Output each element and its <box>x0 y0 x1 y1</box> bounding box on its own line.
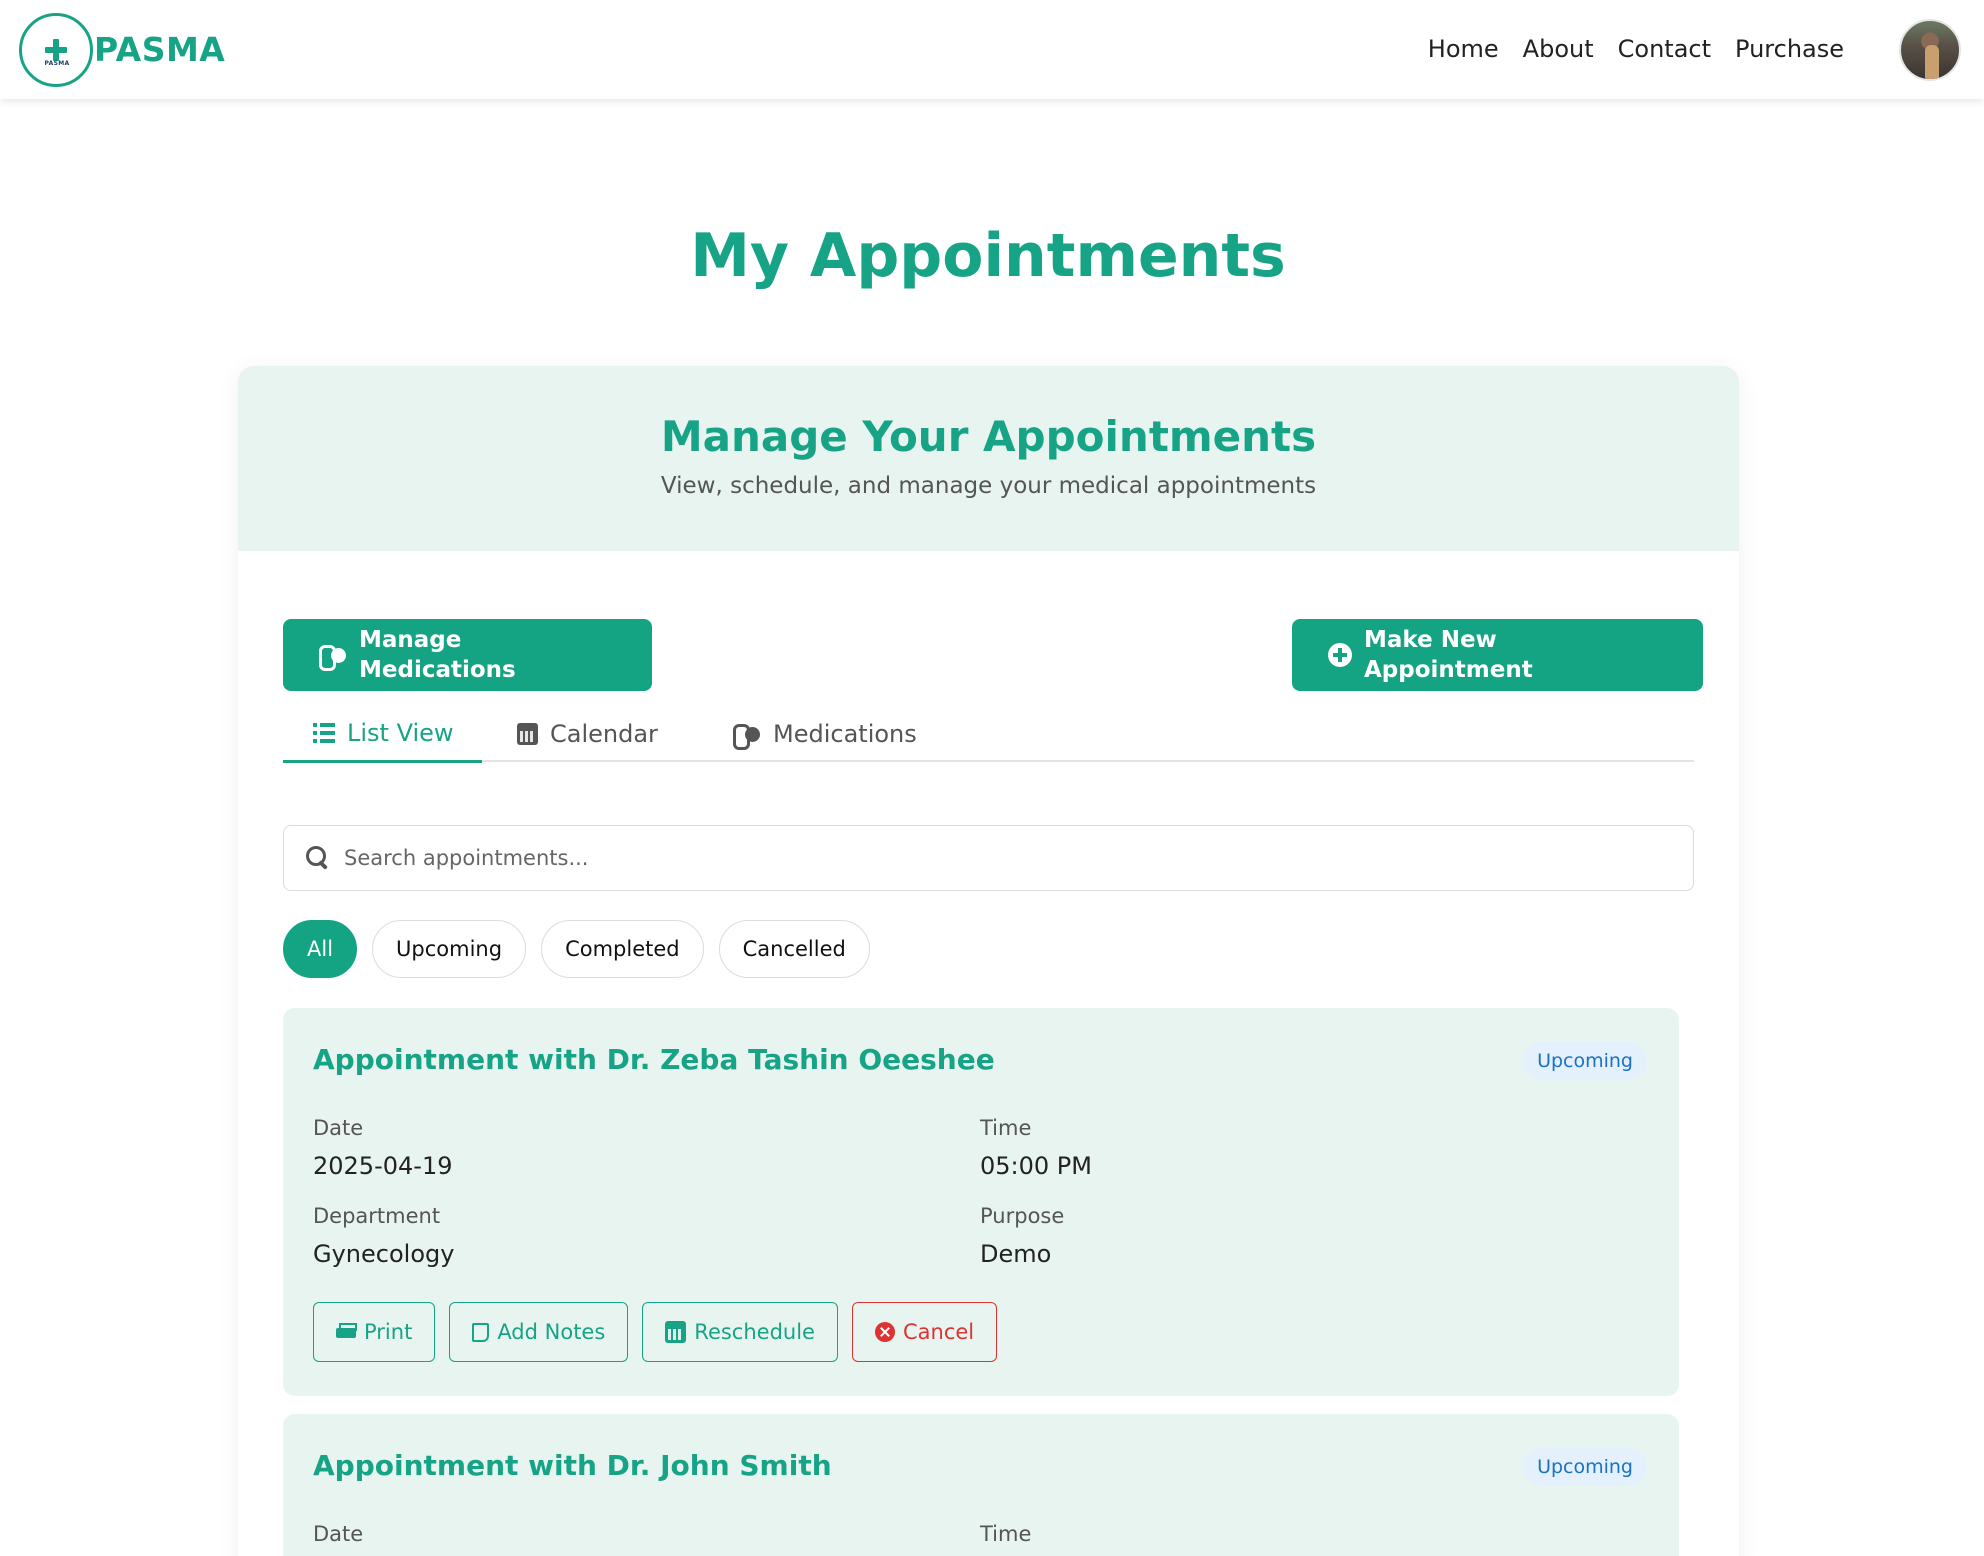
tab-label: List View <box>347 719 454 747</box>
appointment-title: Appointment with Dr. John Smith <box>313 1449 832 1482</box>
appointment-actions: Print Add Notes Reschedule Cancel <box>313 1302 998 1362</box>
cancel-label: Cancel <box>902 1320 975 1344</box>
appointment-card: Appointment with Dr. Zeba Tashin Oeeshee… <box>283 1008 1679 1396</box>
pills-icon <box>319 645 347 671</box>
x-circle-icon <box>874 1322 895 1342</box>
filter-all[interactable]: All <box>283 920 358 978</box>
panel-subtitle: View, schedule, and manage your medical … <box>660 473 1317 499</box>
tab-label: Calendar <box>550 720 658 748</box>
panel-title: Manage Your Appointments <box>660 412 1317 461</box>
search-bar <box>283 825 1694 891</box>
plus-circle-icon <box>1328 643 1352 667</box>
add-notes-button[interactable]: Add Notes <box>449 1302 629 1362</box>
printer-icon <box>336 1323 357 1341</box>
date-label: Date <box>313 1522 364 1546</box>
calendar-icon <box>665 1321 687 1343</box>
calendar-icon <box>517 723 538 745</box>
print-label: Print <box>364 1320 413 1344</box>
medical-cross-icon <box>45 39 67 61</box>
date-label: Date <box>313 1116 364 1140</box>
page-title: My Appointments <box>690 221 1286 291</box>
status-badge: Upcoming <box>1523 1448 1647 1486</box>
date-value: 2025-04-19 <box>313 1152 453 1180</box>
appointments-panel: Manage Your Appointments View, schedule,… <box>238 366 1739 1556</box>
add-notes-label: Add Notes <box>497 1320 606 1344</box>
pills-icon <box>733 724 761 750</box>
nav-link-contact[interactable]: Contact <box>1618 33 1711 65</box>
nav-link-home[interactable]: Home <box>1428 33 1499 65</box>
cancel-appointment-button[interactable]: Cancel <box>851 1302 998 1362</box>
user-avatar[interactable] <box>1899 19 1961 81</box>
tab-medications[interactable]: Medications <box>733 706 953 762</box>
nav-links: Home About Contact Purchase <box>1428 33 1844 65</box>
status-badge: Upcoming <box>1523 1042 1647 1080</box>
appointment-title: Appointment with Dr. Zeba Tashin Oeeshee <box>313 1043 995 1076</box>
manage-medications-label: Manage Medications <box>359 627 516 683</box>
nav-link-about[interactable]: About <box>1523 33 1594 65</box>
filter-completed[interactable]: Completed <box>541 920 704 978</box>
reschedule-button[interactable]: Reschedule <box>642 1302 838 1362</box>
logo-caption: PASMA <box>44 60 70 67</box>
filter-cancelled[interactable]: Cancelled <box>718 920 870 978</box>
time-value: 05:00 PM <box>980 1152 1092 1180</box>
nav-link-purchase[interactable]: Purchase <box>1735 33 1844 65</box>
brand-name[interactable]: PASMA <box>94 30 225 70</box>
reschedule-label: Reschedule <box>694 1320 815 1344</box>
tab-list-view[interactable]: List View <box>283 706 482 763</box>
manage-medications-button[interactable]: Manage Medications <box>283 619 652 691</box>
print-button[interactable]: Print <box>313 1302 436 1362</box>
department-label: Department <box>313 1204 441 1228</box>
filter-upcoming[interactable]: Upcoming <box>372 920 527 978</box>
tab-calendar[interactable]: Calendar <box>517 706 677 762</box>
new-appointment-button[interactable]: Make New Appointment <box>1292 619 1703 691</box>
time-label: Time <box>980 1116 1032 1140</box>
time-label: Time <box>980 1522 1032 1546</box>
note-icon <box>472 1322 490 1342</box>
brand-logo[interactable]: PASMA <box>19 13 93 87</box>
purpose-value: Demo <box>980 1240 1052 1268</box>
purpose-label: Purpose <box>980 1204 1065 1228</box>
new-appointment-label: Make New Appointment <box>1364 627 1533 683</box>
top-navbar: PASMA PASMA Home About Contact Purchase <box>0 0 1984 99</box>
status-filters: All Upcoming Completed Cancelled <box>283 920 870 978</box>
department-value: Gynecology <box>313 1240 455 1268</box>
search-icon <box>306 846 330 870</box>
list-icon <box>313 723 335 743</box>
view-tabs: List View Calendar Medications <box>283 706 1694 763</box>
tab-label: Medications <box>773 720 917 748</box>
panel-header: Manage Your Appointments View, schedule,… <box>238 366 1739 551</box>
appointment-card: Appointment with Dr. John Smith Upcoming… <box>283 1414 1679 1556</box>
search-input[interactable] <box>344 846 1644 870</box>
